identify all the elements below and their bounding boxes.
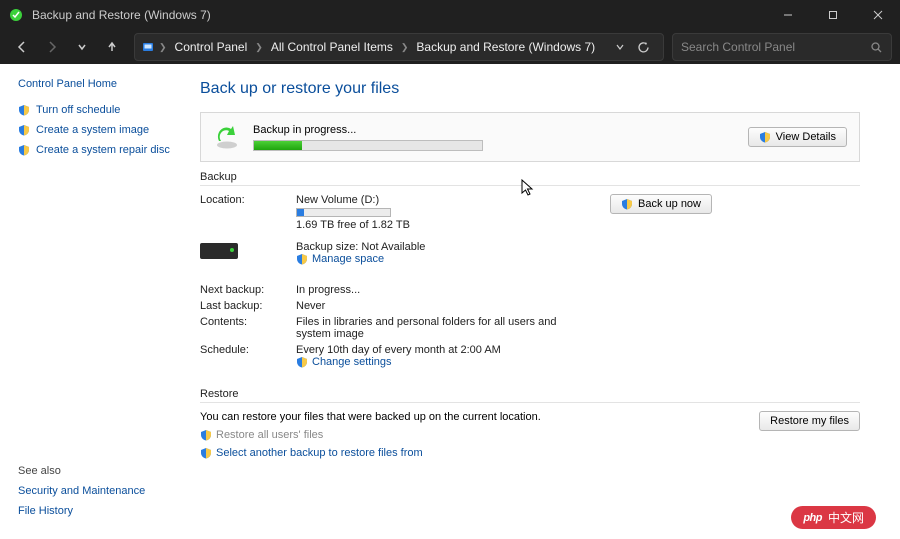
backup-size-text: Backup size: Not Available <box>296 241 586 253</box>
view-details-button[interactable]: View Details <box>748 127 847 147</box>
restore-description: You can restore your files that were bac… <box>200 411 739 423</box>
next-backup-value: In progress... <box>296 284 586 296</box>
button-label: Restore my files <box>770 415 849 427</box>
back-up-now-button[interactable]: Back up now <box>610 194 712 214</box>
chevron-right-icon: ❯ <box>159 42 167 53</box>
minimize-button[interactable] <box>765 0 810 30</box>
backup-section-header: Backup <box>200 168 860 186</box>
address-bar[interactable]: ❯ Control Panel ❯ All Control Panel Item… <box>134 33 664 61</box>
search-input[interactable]: Search Control Panel <box>672 33 892 61</box>
see-also-file-history[interactable]: File History <box>18 505 145 517</box>
chevron-right-icon: ❯ <box>255 42 263 53</box>
shield-icon <box>200 429 212 441</box>
disk-drive-icon <box>200 243 238 259</box>
maximize-button[interactable] <box>810 0 855 30</box>
titlebar: Backup and Restore (Windows 7) <box>0 0 900 30</box>
backup-progress-label: Backup in progress... <box>253 124 736 136</box>
task-create-repair-disc[interactable]: Create a system repair disc <box>18 144 180 156</box>
chevron-right-icon: ❯ <box>401 42 409 53</box>
select-another-backup-link[interactable]: Select another backup to restore files f… <box>200 447 739 459</box>
breadcrumb[interactable]: Backup and Restore (Windows 7) <box>412 38 599 56</box>
watermark-text: 中文网 <box>828 509 864 526</box>
last-backup-value: Never <box>296 300 586 312</box>
chevron-down-icon[interactable] <box>615 42 625 52</box>
breadcrumb[interactable]: Control Panel <box>171 38 252 56</box>
shield-icon <box>296 356 308 368</box>
main-content: Back up or restore your files Backup in … <box>190 64 900 539</box>
contents-value: Files in libraries and personal folders … <box>296 316 586 340</box>
shield-icon <box>621 198 633 210</box>
refresh-button[interactable] <box>629 33 657 61</box>
back-button[interactable] <box>8 33 36 61</box>
link-label: Change settings <box>312 356 392 368</box>
control-panel-icon <box>141 40 155 54</box>
left-nav: Control Panel Home Turn off schedule Cre… <box>0 64 190 539</box>
link-label: Restore all users' files <box>216 429 323 441</box>
control-panel-home-link[interactable]: Control Panel Home <box>18 78 180 90</box>
watermark: php 中文网 <box>791 506 876 529</box>
link-label: Select another backup to restore files f… <box>216 447 423 459</box>
app-icon <box>8 7 24 23</box>
next-backup-key: Next backup: <box>200 284 290 296</box>
backup-progress-bar <box>253 140 483 151</box>
page-title: Back up or restore your files <box>200 80 860 98</box>
restore-section-header: Restore <box>200 385 860 403</box>
shield-icon <box>18 124 30 136</box>
search-icon <box>870 41 883 54</box>
shield-icon <box>759 131 771 143</box>
window-title: Backup and Restore (Windows 7) <box>32 8 765 22</box>
shield-icon <box>200 447 212 459</box>
recent-locations-button[interactable] <box>68 33 96 61</box>
task-create-system-image[interactable]: Create a system image <box>18 124 180 136</box>
location-key: Location: <box>200 194 290 206</box>
schedule-key: Schedule: <box>200 344 290 356</box>
restore-all-users-link[interactable]: Restore all users' files <box>200 429 739 441</box>
see-also-security-maintenance[interactable]: Security and Maintenance <box>18 485 145 497</box>
link-label: Manage space <box>312 253 384 265</box>
forward-button[interactable] <box>38 33 66 61</box>
search-placeholder: Search Control Panel <box>681 40 870 54</box>
shield-icon <box>18 144 30 156</box>
see-also-header: See also <box>18 465 145 477</box>
breadcrumb[interactable]: All Control Panel Items <box>267 38 397 56</box>
navbar: ❯ Control Panel ❯ All Control Panel Item… <box>0 30 900 64</box>
contents-key: Contents: <box>200 316 290 328</box>
task-turn-off-schedule[interactable]: Turn off schedule <box>18 104 180 116</box>
last-backup-key: Last backup: <box>200 300 290 312</box>
disk-usage-bar <box>296 208 391 217</box>
up-button[interactable] <box>98 33 126 61</box>
button-label: View Details <box>776 131 836 143</box>
task-label: Create a system repair disc <box>36 144 170 156</box>
watermark-logo: php <box>803 512 822 524</box>
backup-progress-panel: Backup in progress... View Details <box>200 112 860 162</box>
close-button[interactable] <box>855 0 900 30</box>
restore-my-files-button[interactable]: Restore my files <box>759 411 860 431</box>
location-value: New Volume (D:) <box>296 194 586 206</box>
schedule-value: Every 10th day of every month at 2:00 AM <box>296 344 586 356</box>
shield-icon <box>18 104 30 116</box>
manage-space-link[interactable]: Manage space <box>296 253 384 265</box>
task-label: Turn off schedule <box>36 104 120 116</box>
free-space-text: 1.69 TB free of 1.82 TB <box>296 219 586 231</box>
button-label: Back up now <box>638 198 701 210</box>
backup-progress-icon <box>213 123 241 151</box>
change-settings-link[interactable]: Change settings <box>296 356 392 368</box>
task-label: Create a system image <box>36 124 149 136</box>
shield-icon <box>296 253 308 265</box>
